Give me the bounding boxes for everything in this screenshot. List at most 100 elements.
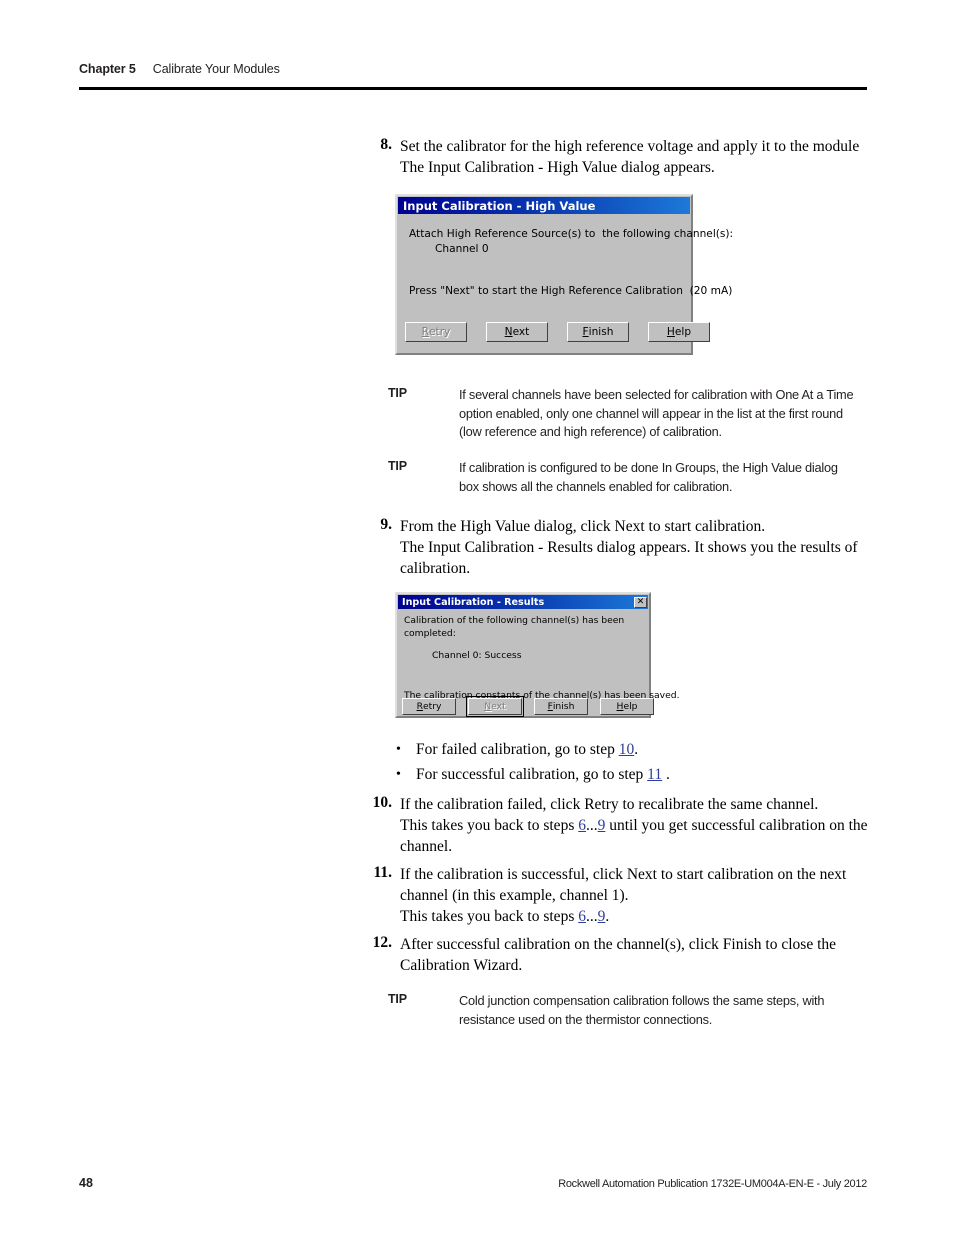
retry-label: etry: [429, 326, 451, 338]
next-accel: N: [504, 326, 513, 338]
tip-1-line-3: (low reference and high reference) of ca…: [459, 424, 722, 439]
tip-block-3: TIP Cold junction compensation calibrati…: [388, 992, 879, 1029]
step-12: 12. After successful calibration on the …: [366, 934, 878, 976]
help-button[interactable]: Help: [648, 322, 710, 342]
header-divider: [79, 87, 867, 90]
dialog-titlebar[interactable]: Input Calibration - Results ✕: [398, 595, 648, 609]
next-button[interactable]: Next: [466, 696, 524, 717]
tip-3-line-1: Cold junction compensation calibration f…: [459, 993, 825, 1008]
step-8-number: 8.: [380, 136, 392, 153]
next-label: ext: [512, 326, 530, 338]
step-11-line-3: This takes you back to steps 6...9.: [400, 906, 878, 927]
retry-accel: R: [421, 326, 430, 338]
finish-label: inish: [552, 701, 575, 712]
step-10-line-2-a: This takes you back to steps: [400, 817, 579, 834]
chapter-label: Chapter 5: [79, 62, 136, 76]
step-11-line-2: channel (in this example, channel 1).: [400, 887, 629, 904]
help-label: elp: [674, 326, 692, 338]
bullet-1-text-b: .: [634, 741, 639, 758]
bullet-2-text-b: .: [662, 766, 670, 783]
step-reference-10[interactable]: 10: [619, 741, 635, 758]
dialog-frame: Input Calibration - Results ✕ Calibratio…: [395, 592, 680, 718]
help-label: elp: [623, 701, 638, 712]
next-label: ext: [491, 701, 506, 712]
breadcrumb: Chapter 5 Calibrate Your Modules: [79, 62, 867, 76]
step-10-text: If the calibration failed, click Retry t…: [400, 794, 878, 857]
step-8: 8. Set the calibrator for the high refer…: [366, 136, 878, 178]
finish-button[interactable]: Finish: [567, 322, 629, 342]
step-10-number: 10.: [372, 794, 392, 811]
finish-label: inish: [588, 326, 614, 338]
finish-button[interactable]: Finish: [534, 698, 588, 715]
tip-1-line-2: option enabled, only one channel will ap…: [459, 405, 843, 421]
retry-label: etry: [422, 701, 442, 712]
dialog-title: Input Calibration - Results: [402, 596, 545, 608]
tip-block-1: TIP If several channels have been select…: [388, 386, 879, 442]
step-9-number: 9.: [380, 516, 392, 533]
tip-1-label: TIP: [388, 386, 407, 400]
dialog-titlebar[interactable]: Input Calibration - High Value: [398, 197, 690, 214]
step-10-line-3: channel.: [400, 838, 453, 855]
step-8-line-1: Set the calibrator for the high referenc…: [400, 138, 860, 155]
tip-3-text: Cold junction compensation calibration f…: [459, 992, 879, 1029]
dialog-input-calibration-results[interactable]: Input Calibration - Results ✕ Calibratio…: [392, 589, 680, 721]
step-9-line-3: calibration.: [400, 560, 471, 577]
step-12-text: After successful calibration on the chan…: [400, 934, 878, 976]
close-icon[interactable]: ✕: [634, 596, 647, 608]
step-11-number: 11.: [373, 864, 392, 881]
tip-block-2: TIP If calibration is configured to be d…: [388, 459, 879, 496]
dialog-text-press-next: Press "Next" to start the High Reference…: [409, 285, 733, 297]
tip-1-line-1: If several channels have been selected f…: [459, 387, 854, 402]
dialog-text-channel: Channel 0: [435, 243, 489, 255]
dialog-body: Calibration of the following channel(s) …: [397, 609, 680, 702]
help-accel: H: [666, 326, 675, 338]
step-12-line-2: Calibration Wizard.: [400, 957, 523, 974]
step-8-line-2: The Input Calibration - High Value dialo…: [400, 159, 715, 176]
step-9-line-2: The Input Calibration - Results dialog a…: [400, 539, 858, 556]
tip-2-line-2: box shows all the channels enabled for c…: [459, 478, 733, 494]
dialog-text-channel-result: Channel 0: Success: [432, 650, 522, 661]
step-9: 9. From the High Value dialog, click Nex…: [366, 516, 878, 579]
step-11-line-3-a: This takes you back to steps: [400, 908, 579, 925]
step-10-line-2-c: until you get successful calibration on …: [605, 817, 868, 834]
page-number: 48: [79, 1176, 93, 1190]
bullet-2-text-a: For successful calibration, go to step: [416, 766, 648, 783]
step-12-line-1: After successful calibration on the chan…: [400, 936, 837, 953]
step-9-line-1: From the High Value dialog, click Next t…: [400, 518, 766, 535]
bullet-list: • For failed calibration, go to step 10. …: [394, 737, 864, 787]
dialog-text-line-1: Calibration of the following channel(s) …: [404, 615, 625, 626]
publication-info: Rockwell Automation Publication 1732E-UM…: [558, 1178, 867, 1190]
step-10: 10. If the calibration failed, click Ret…: [366, 794, 878, 857]
step-11-line-1: If the calibration is successful, click …: [400, 866, 847, 883]
tip-2-text: If calibration is configured to be done …: [459, 459, 879, 496]
dialog-button-row: Retry Next Finish Help: [402, 696, 654, 717]
dialog-body: Attach High Reference Source(s) to the f…: [397, 214, 733, 299]
next-button[interactable]: Next: [486, 322, 548, 342]
tip-2-label: TIP: [388, 459, 407, 473]
list-item: • For successful calibration, go to step …: [394, 762, 864, 787]
step-reference-6[interactable]: 6: [578, 908, 586, 925]
page-footer: 48 Rockwell Automation Publication 1732E…: [79, 1176, 867, 1190]
step-10-line-1: If the calibration failed, click Retry t…: [400, 796, 819, 813]
retry-button[interactable]: Retry: [402, 698, 456, 715]
help-button[interactable]: Help: [600, 698, 654, 715]
step-8-text: Set the calibrator for the high referenc…: [400, 136, 878, 178]
step-10-line-2: This takes you back to steps 6...9 until…: [400, 815, 878, 836]
tip-3-label: TIP: [388, 992, 407, 1006]
retry-button[interactable]: Retry: [405, 322, 467, 342]
dialog-input-calibration-high-value[interactable]: Input Calibration - High Value Attach Hi…: [392, 191, 733, 358]
tip-2-line-1: If calibration is configured to be done …: [459, 460, 838, 475]
step-reference-11[interactable]: 11: [647, 766, 662, 783]
dialog-text-instruction: Attach High Reference Source(s) to the f…: [409, 228, 734, 240]
chapter-title: Calibrate Your Modules: [152, 62, 280, 76]
step-11: 11. If the calibration is successful, cl…: [366, 864, 878, 927]
dialog-title: Input Calibration - High Value: [403, 198, 596, 213]
list-item: • For failed calibration, go to step 10.: [394, 737, 864, 762]
help-accel: H: [616, 701, 624, 712]
step-11-text: If the calibration is successful, click …: [400, 864, 878, 927]
dialog-text-line-2: completed:: [404, 627, 456, 639]
step-10-line-2-b: ...: [585, 817, 598, 834]
dialog-button-row: Retry Next Finish Help: [405, 322, 710, 342]
step-9-text: From the High Value dialog, click Next t…: [400, 516, 878, 579]
step-reference-6[interactable]: 6: [578, 817, 586, 834]
